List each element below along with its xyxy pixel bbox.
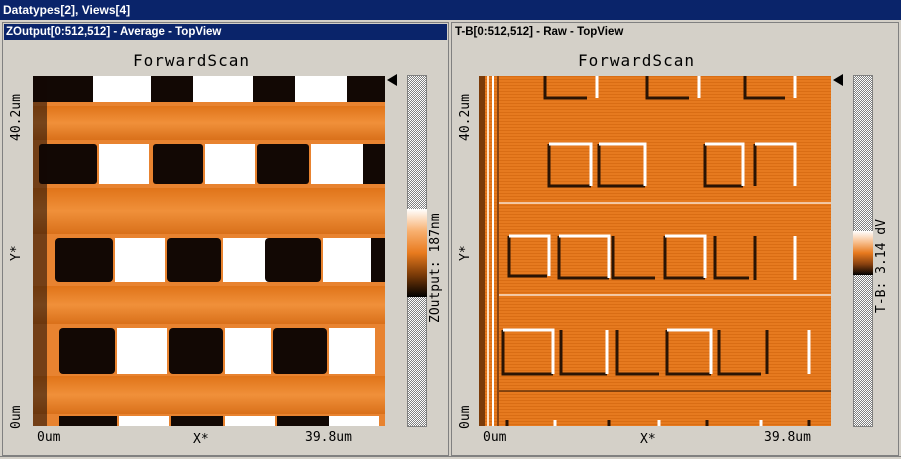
x-axis-right-label: 39.8um [305, 430, 352, 445]
window-title: Datatypes[2], Views[4] [3, 3, 131, 17]
view-title-zoutput[interactable]: ZOutput[0:512,512] - Average - TopView [4, 24, 447, 40]
view-zoutput[interactable]: ZOutput[0:512,512] - Average - TopView F… [2, 22, 449, 456]
x-axis-mid-label: X* [640, 432, 656, 447]
y-axis-top-label: 40.2um [458, 94, 473, 141]
y-axis-bottom-label: 0um [9, 405, 24, 429]
color-scale-label: ZOutput: 187nm [428, 213, 443, 323]
y-axis-mid-label: Y* [458, 245, 473, 261]
y-axis-top-label: 40.2um [9, 94, 24, 141]
color-scale-bar [853, 231, 873, 275]
scan-marker-icon[interactable] [387, 74, 397, 86]
afm-topography-image[interactable] [33, 76, 385, 426]
view-t-b[interactable]: T-B[0:512,512] - Raw - TopView ForwardSc… [451, 22, 899, 456]
y-axis-bottom-label: 0um [458, 405, 473, 429]
y-axis-mid-label: Y* [9, 245, 24, 261]
window-title-bar[interactable]: Datatypes[2], Views[4] [0, 0, 901, 20]
x-axis-left-label: 0um [483, 430, 507, 445]
x-axis-right-label: 39.8um [764, 430, 811, 445]
scan-marker-icon[interactable] [833, 74, 843, 86]
x-axis-mid-label: X* [193, 432, 209, 447]
color-scale-overlay [407, 209, 427, 297]
color-scale-label: T-B: 3.14 dV [874, 219, 889, 313]
scan-direction-label: ForwardScan [133, 51, 250, 70]
view-title-t-b[interactable]: T-B[0:512,512] - Raw - TopView [453, 24, 897, 40]
x-axis-left-label: 0um [37, 430, 61, 445]
scan-direction-label: ForwardScan [578, 51, 695, 70]
afm-lateral-force-image[interactable] [479, 76, 831, 426]
